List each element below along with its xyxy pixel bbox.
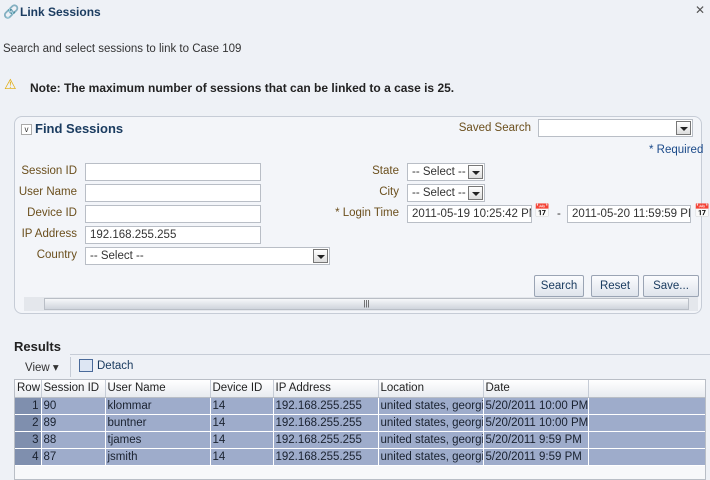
saved-search-label: Saved Search [458,122,531,134]
device-id-input[interactable] [85,205,261,223]
table-cell: 88 [41,431,106,449]
column-header-filler [588,380,705,398]
table-cell: 14 [210,414,274,432]
login-from-input[interactable]: 2011-05-19 10:25:42 PM [407,205,532,223]
table-row[interactable]: 3 88 tjames 14 192.168.255.255 united states,… [15,431,705,449]
user-name-label: User Name [18,186,77,198]
table-cell: 5/20/2011 9:59 PM [483,448,589,466]
view-menu[interactable]: View ▾ [25,360,59,374]
dialog-title: Link Sessions [20,5,101,19]
table-row[interactable]: 4 87 jsmith 14 192.168.255.255 united states,… [15,448,705,466]
table-cell: 192.168.255.255 [273,448,379,466]
table-cell: 5/20/2011 9:59 PM [483,431,589,449]
note-text: Note: The maximum number of sessions tha… [30,81,455,95]
horizontal-scrollbar[interactable]: ||| [24,297,698,311]
table-cell: united states, georgia [378,431,484,449]
save-button[interactable]: Save... [643,275,699,297]
column-header[interactable]: User Name [105,380,211,398]
chevron-down-icon [676,121,691,135]
find-sessions-title: Find Sessions [35,121,124,136]
link-icon: 🔗 [3,4,20,19]
chevron-down-icon [468,165,483,179]
divider [70,354,710,355]
city-select[interactable]: -- Select -- [407,184,485,202]
table-cell: 192.168.255.255 [273,431,379,449]
required-note: * Required [649,144,704,156]
table-cell: 14 [210,431,274,449]
search-button[interactable]: Search [534,275,584,297]
country-select[interactable]: -- Select -- [85,247,330,265]
scroll-thumb[interactable]: ||| [44,298,689,310]
chevron-down-icon [313,249,328,263]
detach-icon[interactable] [79,359,93,372]
table-cell: tjames [105,431,211,449]
session-id-input[interactable] [85,163,261,181]
table-cell: 87 [41,448,106,466]
table-cell: 14 [210,448,274,466]
results-table: Row Session ID User Name Device ID IP Ad… [15,380,705,466]
table-cell: buntner [105,414,211,432]
login-to-input[interactable]: 2011-05-20 11:59:59 PM [567,205,691,223]
reset-button[interactable]: Reset [591,275,639,297]
user-name-input[interactable] [85,184,261,202]
table-cell: 4 [15,448,42,466]
table-cell: 14 [210,397,274,415]
table-cell: 3 [15,431,42,449]
state-label: State [372,165,399,177]
table-cell: united states, georgia [378,448,484,466]
table-row[interactable]: 2 89 buntner 14 192.168.255.255 united states… [15,414,705,432]
column-header[interactable]: IP Address [273,380,379,398]
toolbar-separator [70,357,71,377]
close-icon[interactable]: ✕ [695,3,705,17]
results-table-container: Row Session ID User Name Device ID IP Ad… [14,379,706,480]
table-cell-filler [588,414,705,432]
column-header[interactable]: Session ID [41,380,106,398]
table-cell: 1 [15,397,42,415]
table-cell: 192.168.255.255 [273,397,379,415]
table-cell: 2 [15,414,42,432]
table-cell-filler [588,431,705,449]
table-cell: 89 [41,414,106,432]
city-label: City [379,186,399,198]
table-cell: jsmith [105,448,211,466]
calendar-icon[interactable]: 📅 [694,203,710,219]
device-id-label: Device ID [27,207,77,219]
country-label: Country [36,249,77,261]
calendar-icon[interactable]: 📅 [534,203,550,219]
table-cell-filler [588,397,705,415]
ip-address-input[interactable]: 192.168.255.255 [85,226,261,244]
column-header[interactable]: Row [15,380,42,398]
table-cell: 5/20/2011 10:00 PM [483,414,589,432]
table-cell: united states, georgia [378,397,484,415]
instruction-text: Search and select sessions to link to Ca… [3,43,242,55]
column-header[interactable]: Device ID [210,380,274,398]
detach-button[interactable]: Detach [97,360,133,372]
table-cell: 5/20/2011 10:00 PM [483,397,589,415]
column-header[interactable]: Date [483,380,589,398]
table-cell: klommar [105,397,211,415]
state-select[interactable]: -- Select -- [407,163,485,181]
column-header[interactable]: Location [378,380,484,398]
table-cell: 90 [41,397,106,415]
saved-search-select[interactable] [538,119,693,137]
date-range-dash: - [557,208,561,220]
table-cell: united states, georgia [378,414,484,432]
login-time-label: * Login Time [335,207,399,219]
table-cell: 192.168.255.255 [273,414,379,432]
ip-address-label: IP Address [21,228,77,240]
session-id-label: Session ID [21,165,77,177]
results-title: Results [14,339,61,354]
collapse-toggle-icon[interactable]: v [21,124,32,135]
table-row[interactable]: 1 90 klommar 14 192.168.255.255 united states… [15,397,705,415]
warning-icon: ⚠ [4,76,17,92]
chevron-down-icon [468,186,483,200]
table-cell-filler [588,448,705,466]
